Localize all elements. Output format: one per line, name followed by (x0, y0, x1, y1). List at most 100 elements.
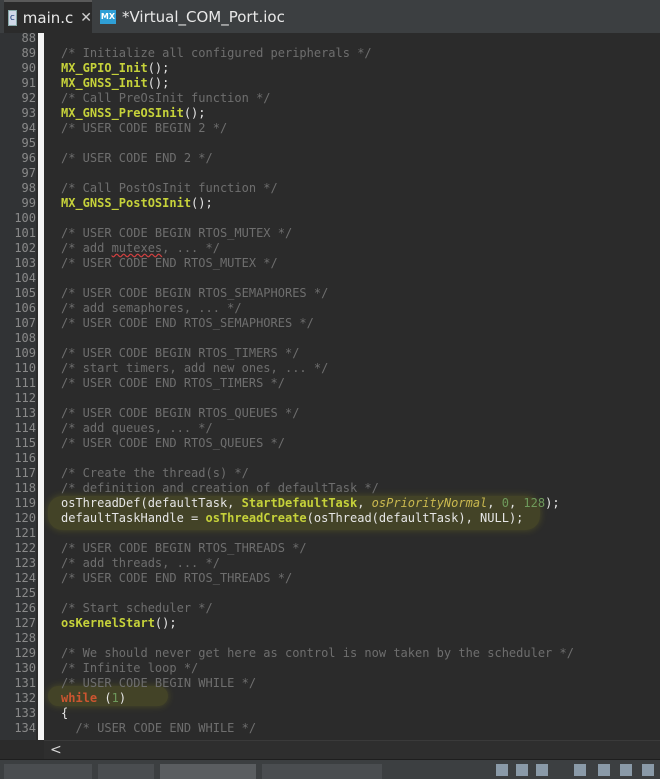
number-literal: 0 (501, 496, 509, 510)
code-line-109: /* USER CODE BEGIN RTOS_TIMERS */ (61, 346, 300, 360)
code-line-119: osThreadDef(defaultTask, StartDefaultTas… (61, 496, 560, 511)
line-number: 133 (14, 706, 36, 720)
function-name: MX_GNSS_PostOSInit (61, 196, 192, 210)
line-number: 92 (21, 91, 36, 105)
line-number: 132 (14, 691, 36, 705)
call-parens: (); (147, 61, 170, 75)
code-line-107: /* USER CODE END RTOS_SEMAPHORES */ (61, 316, 314, 330)
tab-label: *Virtual_COM_Port.ioc (122, 7, 285, 26)
horizontal-scrollbar[interactable]: < (44, 740, 660, 759)
code-line-99: MX_GNSS_PostOSInit(); (61, 196, 213, 211)
toolbar-icon[interactable] (598, 764, 610, 776)
function-name: osKernelStart (61, 616, 155, 630)
code-line-130: /* Infinite loop */ (61, 661, 199, 675)
line-number: 114 (14, 421, 36, 435)
tab-virtual-com-port-ioc[interactable]: MX *Virtual_COM_Port.ioc (98, 0, 285, 33)
code-line-105: /* USER CODE BEGIN RTOS_SEMAPHORES */ (61, 286, 329, 300)
tab-main-c[interactable]: c main.c ✕ (4, 0, 92, 33)
code-line-90: MX_GPIO_Init(); (61, 61, 169, 76)
c-file-icon: c (8, 9, 17, 26)
code-line-98: /* Call PostOsInit function */ (61, 181, 278, 195)
code-line-129: /* We should never get here as control i… (61, 646, 574, 660)
scroll-left-icon[interactable]: < (50, 741, 62, 759)
line-number: 120 (14, 511, 36, 525)
line-number: 127 (14, 616, 36, 630)
line-number: 98 (21, 181, 36, 195)
line-number: 103 (14, 256, 36, 270)
code-line-93: MX_GNSS_PreOSInit(); (61, 106, 206, 121)
code-editor[interactable]: 88 89 90 91 92 93 94 95 96 97 98 99 100 101 102 103 104 1… (0, 33, 660, 740)
code-line-118: /* definition and creation of defaultTas… (61, 481, 379, 495)
line-number: 89 (21, 46, 36, 60)
toolbar-icon[interactable] (620, 764, 632, 776)
function-name: StartDefaultTask (241, 496, 358, 510)
toolbar-icon[interactable] (496, 764, 508, 776)
line-number: 134 (14, 721, 36, 735)
toolbar-icon[interactable] (642, 764, 654, 776)
bottom-tab[interactable] (4, 764, 92, 779)
call-parens: (); (147, 76, 170, 90)
line-number: 107 (14, 316, 36, 330)
line-number: 90 (21, 61, 36, 75)
line-number: 131 (14, 676, 36, 690)
code-line-111: /* USER CODE END RTOS_TIMERS */ (61, 376, 285, 390)
line-number: 119 (14, 496, 36, 510)
line-number: 129 (14, 646, 36, 660)
close-icon[interactable]: ✕ (80, 10, 92, 26)
line-number: 116 (14, 451, 36, 465)
code-line-123: /* add threads, ... */ (61, 556, 220, 570)
line-number: 112 (14, 391, 36, 405)
code-line-113: /* USER CODE BEGIN RTOS_QUEUES */ (61, 406, 300, 420)
line-number: 108 (14, 331, 36, 345)
keyword-while: while (61, 691, 98, 705)
call-parens: (); (191, 196, 213, 210)
line-number: 95 (21, 136, 36, 150)
toolbar-icon[interactable] (536, 764, 548, 776)
code-line-124: /* USER CODE END RTOS_THREADS */ (61, 571, 293, 585)
code-line-122: /* USER CODE BEGIN RTOS_THREADS */ (61, 541, 307, 555)
toolbar-icon[interactable] (516, 764, 528, 776)
line-number: 99 (21, 196, 36, 210)
bottom-tab[interactable] (160, 764, 256, 779)
bottom-tab[interactable] (262, 764, 382, 779)
line-number: 125 (14, 586, 36, 600)
code-line-106: /* add semaphores, ... */ (61, 301, 242, 315)
code-line-102: /* add mutexes, ... */ (61, 241, 220, 256)
bottom-panel-bar (0, 759, 660, 779)
spelling-error-word: mutexes (111, 241, 163, 255)
code-line-110: /* start timers, add new ones, ... */ (61, 361, 329, 375)
line-number: 101 (14, 226, 36, 240)
function-name: osThreadCreate (205, 511, 307, 525)
code-line-120: defaultTaskHandle = osThreadCreate(osThr… (61, 511, 523, 526)
constant-name: osPriorityNormal (371, 496, 488, 510)
toolbar-icon[interactable] (574, 764, 586, 776)
code-line-134: /* USER CODE END WHILE */ (61, 721, 257, 735)
code-text: , (357, 496, 372, 510)
code-line-101: /* USER CODE BEGIN RTOS_MUTEX */ (61, 226, 293, 240)
line-number: 102 (14, 241, 36, 255)
line-number: 122 (14, 541, 36, 555)
line-number-gutter: 88 89 90 91 92 93 94 95 96 97 98 99 100 101 102 103 104 1… (0, 33, 36, 740)
line-number: 110 (14, 361, 36, 375)
comment-text: , ... */ (162, 241, 220, 255)
call-parens: (); (183, 106, 206, 120)
line-number: 115 (14, 436, 36, 450)
code-line-103: /* USER CODE END RTOS_MUTEX */ (61, 256, 278, 270)
line-number: 106 (14, 301, 36, 315)
number-literal: 1 (111, 691, 119, 705)
line-number: 104 (14, 271, 36, 285)
line-number: 113 (14, 406, 36, 420)
bottom-tab[interactable] (98, 764, 154, 779)
line-number: 128 (14, 631, 36, 645)
line-number: 94 (21, 121, 36, 135)
line-number: 88 (21, 33, 36, 45)
code-line-126: /* Start scheduler */ (61, 601, 213, 615)
line-number: 124 (14, 571, 36, 585)
code-text: , (508, 496, 524, 510)
code-line-89: /* Initialize all configured peripherals… (61, 46, 372, 60)
code-line-92: /* Call PreOsInit function */ (61, 91, 271, 105)
line-number: 96 (21, 151, 36, 165)
number-literal: 128 (523, 496, 546, 510)
line-number: 97 (21, 166, 36, 180)
line-number: 100 (14, 211, 36, 225)
